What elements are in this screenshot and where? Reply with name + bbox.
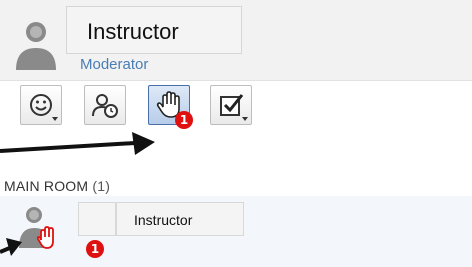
participant-row[interactable]: 1 Instructor bbox=[0, 196, 472, 267]
participant-status-box bbox=[78, 202, 116, 236]
participant-name: Instructor bbox=[134, 212, 193, 228]
poll-button[interactable] bbox=[210, 85, 252, 125]
dropdown-caret-icon bbox=[52, 117, 58, 121]
user-name-box: Instructor bbox=[66, 6, 242, 54]
annotation-arrow-icon bbox=[0, 132, 155, 155]
away-status-button[interactable] bbox=[84, 85, 126, 125]
emoticon-icon bbox=[30, 94, 52, 116]
room-title: MAIN ROOM (1) bbox=[4, 178, 110, 194]
annotation-arrow-icon bbox=[0, 238, 22, 256]
checkbox-icon bbox=[220, 94, 244, 116]
user-role: Moderator bbox=[80, 56, 149, 73]
user-header: Instructor Moderator bbox=[0, 0, 472, 81]
room-name: MAIN ROOM bbox=[4, 178, 89, 194]
dropdown-caret-icon bbox=[242, 117, 248, 121]
participant-name-box: Instructor bbox=[116, 202, 244, 236]
user-clock-icon bbox=[92, 94, 118, 118]
room-count: (1) bbox=[92, 178, 111, 194]
status-toolbar: 1 bbox=[0, 81, 472, 161]
participant-badge: 1 bbox=[86, 240, 104, 258]
raised-hand-icon bbox=[19, 207, 54, 249]
user-name: Instructor bbox=[87, 19, 179, 44]
raise-hand-badge: 1 bbox=[175, 111, 193, 129]
emoticon-button[interactable] bbox=[20, 85, 62, 125]
user-avatar-icon bbox=[16, 22, 56, 70]
